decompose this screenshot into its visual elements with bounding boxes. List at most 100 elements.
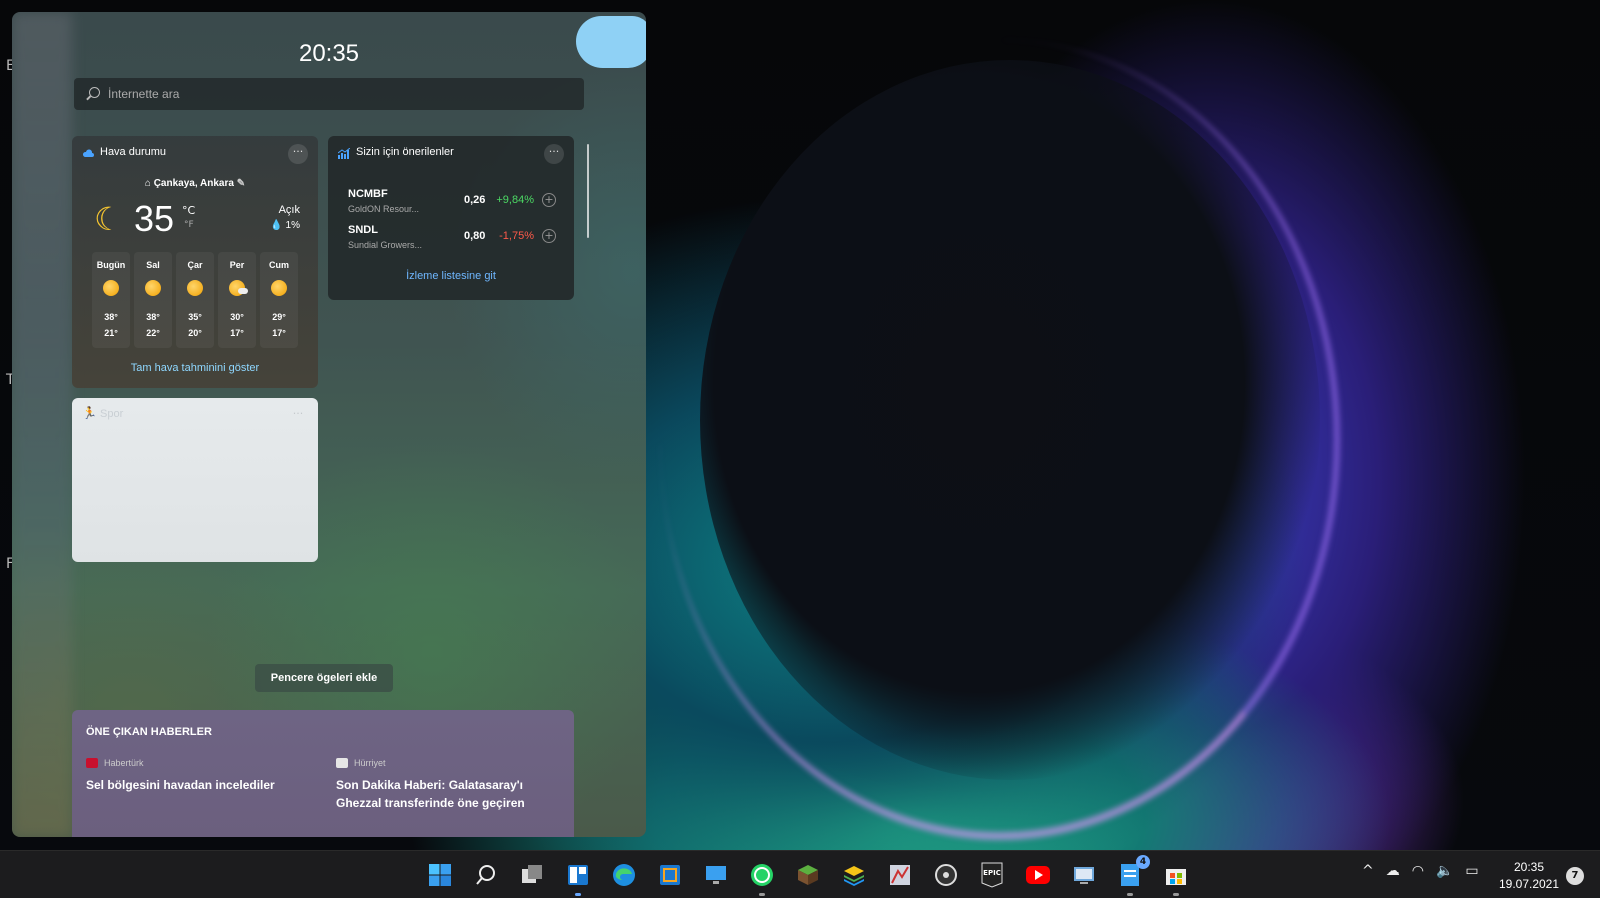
- haberturk-logo-icon: [86, 758, 98, 768]
- notification-center-badge[interactable]: 7: [1566, 867, 1584, 885]
- unit-celsius[interactable]: °C: [182, 204, 195, 217]
- minecraft-button[interactable]: [792, 859, 824, 891]
- stocks-more-button[interactable]: ···: [544, 144, 564, 164]
- weather-location[interactable]: ⌂ Çankaya, Ankara ✎: [72, 178, 318, 189]
- sun-icon: [103, 280, 119, 296]
- forecast-day[interactable]: Bugün 38° 21°: [92, 252, 130, 348]
- chevron-up-icon[interactable]: ^: [1362, 863, 1374, 879]
- user-avatar[interactable]: [576, 16, 646, 68]
- stock-change: +9,84%: [496, 194, 534, 206]
- weather-title: Hava durumu: [100, 146, 167, 158]
- stock-symbol: SNDL: [348, 224, 378, 236]
- news-headline[interactable]: Son Dakika Haberi: Galatasaray'ı Ghezzal…: [336, 776, 566, 812]
- forecast-low: 17°: [230, 328, 244, 338]
- store-button[interactable]: [1160, 859, 1192, 896]
- bluestacks-button[interactable]: [838, 859, 870, 891]
- notepad-button[interactable]: 4: [1114, 855, 1150, 896]
- stock-name: GoldON Resour...: [348, 204, 420, 214]
- forecast-day[interactable]: Cum 29° 17°: [260, 252, 298, 348]
- add-to-watchlist-icon[interactable]: +: [542, 229, 556, 243]
- add-to-watchlist-icon[interactable]: +: [542, 193, 556, 207]
- taskbar-time[interactable]: 20:35: [1494, 860, 1564, 874]
- forecast-day[interactable]: Çar 35° 20°: [176, 252, 214, 348]
- wifi-icon[interactable]: ◠: [1412, 863, 1424, 879]
- moon-icon: ☾: [94, 200, 123, 238]
- current-temperature: 35: [134, 198, 175, 239]
- edge-button[interactable]: [608, 859, 640, 891]
- running-indicator: [1173, 893, 1179, 896]
- sports-more-button[interactable]: ···: [288, 406, 308, 426]
- task-view-button[interactable]: [516, 859, 548, 891]
- remote-desktop-button[interactable]: [700, 859, 732, 891]
- battery-icon[interactable]: ▭: [1465, 863, 1478, 879]
- stock-symbol: NCMBF: [348, 188, 388, 200]
- whatsapp-button[interactable]: [746, 859, 778, 896]
- stock-change: -1,75%: [499, 230, 534, 242]
- stock-price: 0,80: [464, 230, 486, 242]
- sun-icon: [145, 280, 161, 296]
- control-panel-button[interactable]: [1068, 859, 1100, 891]
- stocks-widget[interactable]: Sizin için önerilenler ··· NCMBF GoldON …: [328, 136, 574, 300]
- notification-badge: 4: [1136, 855, 1150, 869]
- stock-chart-icon: [338, 148, 350, 159]
- unit-fahrenheit[interactable]: °F: [184, 220, 194, 230]
- location-text: Çankaya, Ankara: [153, 178, 234, 189]
- youtube-button[interactable]: [1022, 859, 1054, 891]
- taskbar-date[interactable]: 19.07.2021: [1494, 877, 1564, 891]
- epic-games-icon: EPIC: [981, 862, 1003, 888]
- sports-title: Spor: [100, 408, 124, 420]
- news-source-name: Hürriyet: [354, 758, 386, 768]
- wallpaper-bloom-center: [700, 60, 1320, 780]
- forecast-day-name: Bugün: [96, 260, 126, 270]
- forecast-low: 21°: [104, 328, 118, 338]
- svg-text:EPIC: EPIC: [983, 869, 1001, 877]
- task-view-icon: [522, 865, 542, 883]
- sports-widget[interactable]: 🏃 Spor ···: [72, 398, 318, 562]
- game-art-icon: [890, 865, 910, 885]
- web-search-box[interactable]: [74, 78, 584, 110]
- forecast-day[interactable]: Per 30° 17°: [218, 252, 256, 348]
- disc-icon: [935, 864, 957, 886]
- forecast-day[interactable]: Sal 38° 22°: [134, 252, 172, 348]
- layers-icon: [844, 866, 864, 886]
- game-button[interactable]: [884, 859, 916, 891]
- volume-icon[interactable]: 🔈: [1436, 863, 1453, 879]
- news-headline[interactable]: Sel bölgesini havadan incelediler: [86, 776, 316, 794]
- forecast-high: 30°: [230, 312, 244, 322]
- weather-condition: Açık: [278, 204, 300, 216]
- weather-widget[interactable]: Hava durumu ··· ⌂ Çankaya, Ankara ✎ ☾ 35…: [72, 136, 318, 388]
- youtube-icon: [1026, 866, 1050, 884]
- news-item[interactable]: Hürriyet Son Dakika Haberi: Galatasaray'…: [336, 758, 566, 812]
- widgets-button[interactable]: [562, 859, 594, 896]
- widgets-panel: 20:35 Hava durumu ··· ⌂ Çankaya, Ankara …: [12, 12, 646, 837]
- full-forecast-link[interactable]: Tam hava tahminini göster: [72, 362, 318, 374]
- search-input[interactable]: [108, 87, 568, 101]
- epic-games-button[interactable]: EPIC: [976, 859, 1008, 891]
- forecast-strip: Bugün 38° 21° Sal 38° 22° Çar 35° 20° Pe…: [92, 252, 298, 348]
- home-icon: ⌂: [144, 178, 151, 189]
- news-item[interactable]: Habertürk Sel bölgesini havadan inceledi…: [86, 758, 316, 794]
- app-button[interactable]: [654, 859, 686, 891]
- forecast-day-name: Per: [229, 260, 245, 270]
- start-button[interactable]: [424, 859, 456, 891]
- window-app-icon: [660, 865, 680, 885]
- news-source-name: Habertürk: [104, 758, 144, 768]
- onedrive-cloud-icon[interactable]: ☁: [1386, 863, 1400, 879]
- system-tray: ^ ☁ ◠ 🔈 ▭: [1362, 863, 1479, 879]
- hurriyet-logo-icon: [336, 758, 348, 768]
- media-player-button[interactable]: [930, 859, 962, 891]
- weather-cloud-icon: [82, 149, 94, 157]
- stock-row[interactable]: SNDL Sundial Growers... 0,80 -1,75% +: [348, 224, 560, 258]
- stock-name: Sundial Growers...: [348, 240, 423, 250]
- add-widgets-button[interactable]: Pencere ögeleri ekle: [255, 664, 393, 692]
- stock-row[interactable]: NCMBF GoldON Resour... 0,26 +9,84% +: [348, 188, 560, 222]
- weather-more-button[interactable]: ···: [288, 144, 308, 164]
- panel-scrollbar[interactable]: [587, 144, 589, 238]
- control-panel-icon: [1074, 867, 1094, 884]
- running-indicator: [759, 893, 765, 896]
- watchlist-link[interactable]: İzleme listesine git: [328, 270, 574, 282]
- edit-pencil-icon[interactable]: ✎: [237, 178, 245, 189]
- taskbar-search-button[interactable]: [470, 859, 502, 891]
- panel-clock: 20:35: [298, 40, 360, 67]
- taskbar-apps: EPIC 4: [424, 855, 1192, 896]
